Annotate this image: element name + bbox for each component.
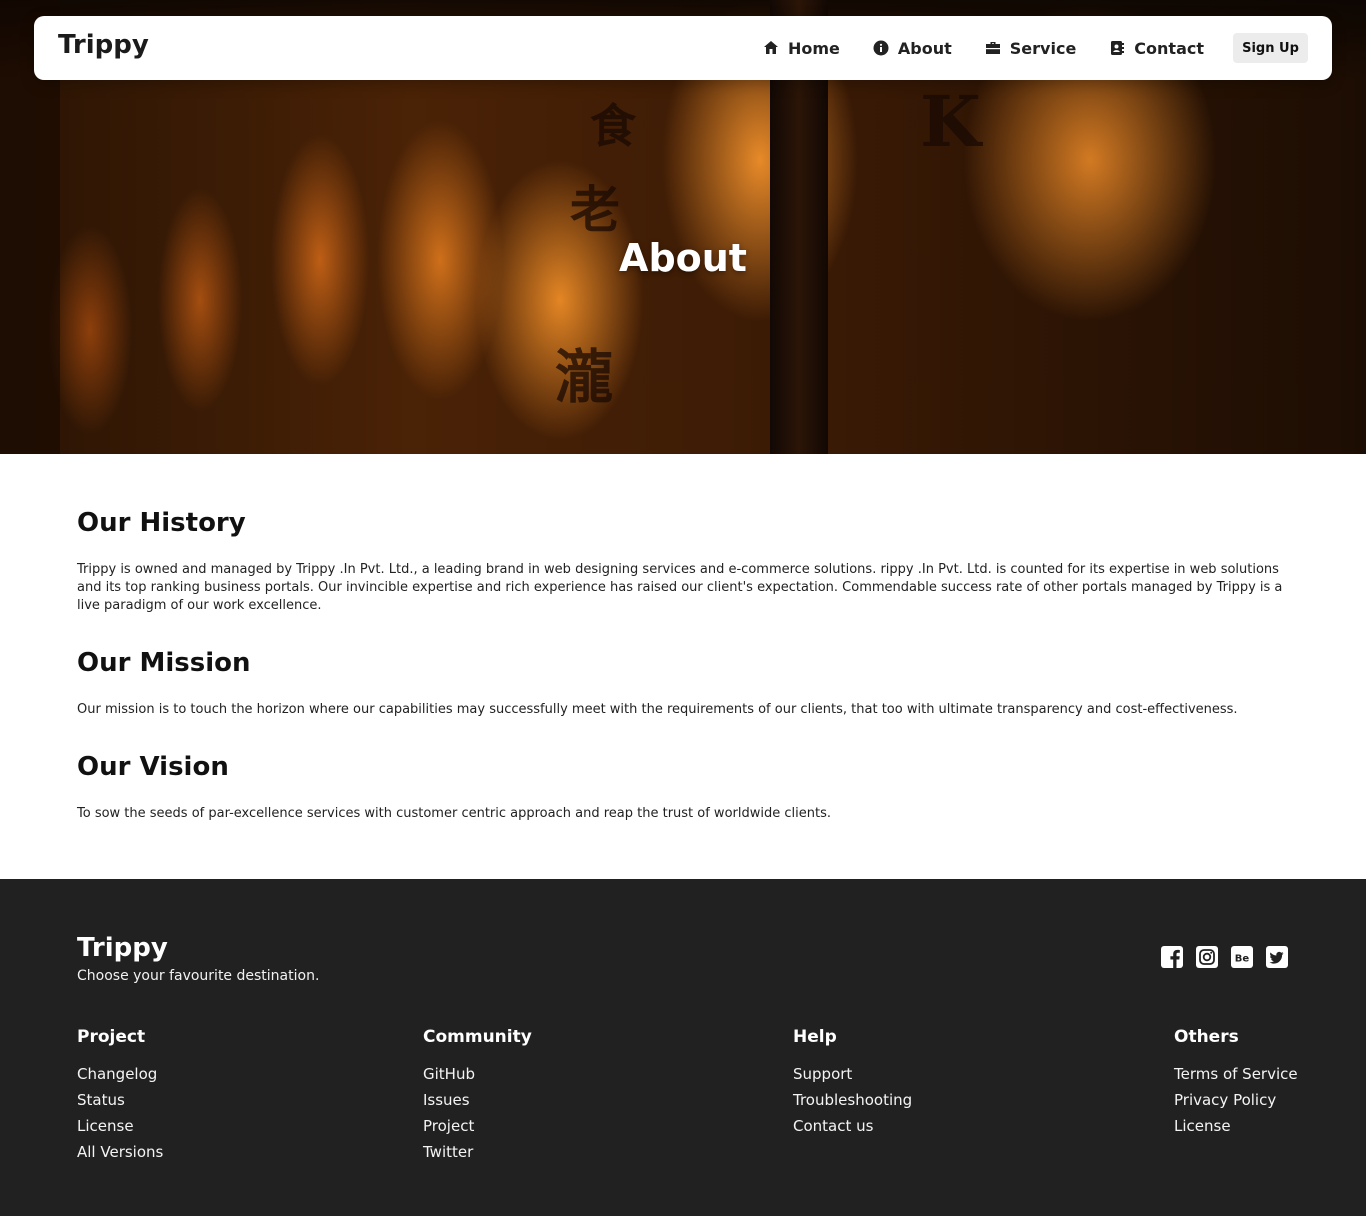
about-content: Our History Trippy is owned and managed …: [77, 506, 1289, 823]
brand-logo[interactable]: Trippy: [58, 30, 149, 60]
nav-service-link[interactable]: Service: [985, 38, 1077, 58]
mission-text: Our mission is to touch the horizon wher…: [77, 702, 1238, 717]
footer-link-contact-us[interactable]: Contact us: [793, 1113, 912, 1139]
footer-col-title: Others: [1174, 1027, 1239, 1047]
footer-link-terms[interactable]: Terms of Service: [1174, 1061, 1298, 1087]
facebook-icon: [1161, 946, 1183, 968]
hero-lantern-glyph: 老: [570, 180, 620, 239]
footer-link-twitter[interactable]: Twitter: [423, 1139, 532, 1165]
footer-col-others: Others Terms of Service Privacy Policy L…: [1174, 1025, 1298, 1139]
info-icon: [873, 40, 889, 56]
footer: Trippy Choose your favourite destination…: [0, 879, 1366, 1216]
nav-contact-link[interactable]: Contact: [1109, 39, 1204, 58]
instagram-icon: [1196, 946, 1218, 968]
hero-lantern-glyph: 食: [590, 99, 636, 153]
twitter-link[interactable]: [1265, 945, 1289, 969]
mission-section: Our Mission Our mission is to touch the …: [77, 646, 1289, 719]
nav-about-link[interactable]: About: [873, 39, 952, 58]
behance-icon: Be: [1231, 946, 1253, 968]
footer-link-support[interactable]: Support: [793, 1061, 912, 1087]
footer-brand[interactable]: Trippy: [77, 933, 168, 963]
nav-about-label: About: [897, 38, 952, 58]
footer-tagline: Choose your favourite destination.: [77, 968, 320, 984]
footer-col-title: Help: [793, 1027, 837, 1047]
twitter-icon: [1266, 946, 1288, 968]
social-links: Be: [1160, 945, 1300, 969]
footer-link-issues[interactable]: Issues: [423, 1087, 532, 1113]
footer-link-project[interactable]: Project: [423, 1113, 532, 1139]
footer-link-github[interactable]: GitHub: [423, 1061, 532, 1087]
home-icon: [764, 41, 778, 54]
history-heading: Our History: [77, 508, 246, 538]
footer-link-license-others[interactable]: License: [1174, 1113, 1298, 1139]
nav-home-label: Home: [788, 38, 840, 58]
navbar: Trippy Home About Service Contact Sign U…: [34, 16, 1332, 80]
footer-link-troubleshooting[interactable]: Troubleshooting: [793, 1087, 912, 1113]
nav-links: Home About Service Contact Sign Up: [763, 16, 1308, 80]
history-section: Our History Trippy is owned and managed …: [77, 506, 1289, 615]
vision-text: To sow the seeds of par-excellence servi…: [77, 806, 831, 821]
nav-home-link[interactable]: Home: [763, 39, 840, 58]
footer-col-help: Help Support Troubleshooting Contact us: [793, 1025, 912, 1139]
footer-col-project: Project Changelog Status License All Ver…: [77, 1025, 163, 1165]
footer-col-title: Project: [77, 1027, 146, 1047]
hero-lantern-glyph: K: [920, 80, 981, 163]
svg-text:Be: Be: [1235, 954, 1250, 965]
hero-lantern-glyph: 瀧: [555, 343, 614, 411]
footer-link-status[interactable]: Status: [77, 1087, 163, 1113]
nav-contact-label: Contact: [1134, 38, 1204, 58]
mission-heading: Our Mission: [77, 648, 251, 678]
footer-col-title: Community: [423, 1027, 532, 1047]
briefcase-icon: [985, 42, 1000, 54]
instagram-link[interactable]: [1195, 945, 1219, 969]
nav-service-label: Service: [1009, 38, 1077, 58]
behance-link[interactable]: Be: [1230, 945, 1254, 969]
signup-button[interactable]: Sign Up: [1233, 33, 1308, 63]
footer-link-license[interactable]: License: [77, 1113, 163, 1139]
facebook-link[interactable]: [1160, 945, 1184, 969]
history-text: Trippy is owned and managed by Trippy .I…: [77, 562, 1283, 613]
vision-section: Our Vision To sow the seeds of par-excel…: [77, 750, 1289, 823]
page-title: About: [619, 236, 747, 280]
footer-link-privacy[interactable]: Privacy Policy: [1174, 1087, 1298, 1113]
vision-heading: Our Vision: [77, 752, 229, 782]
footer-col-community: Community GitHub Issues Project Twitter: [423, 1025, 532, 1165]
contact-book-icon: [1111, 41, 1125, 55]
footer-link-all-versions[interactable]: All Versions: [77, 1139, 163, 1165]
footer-link-changelog[interactable]: Changelog: [77, 1061, 163, 1087]
